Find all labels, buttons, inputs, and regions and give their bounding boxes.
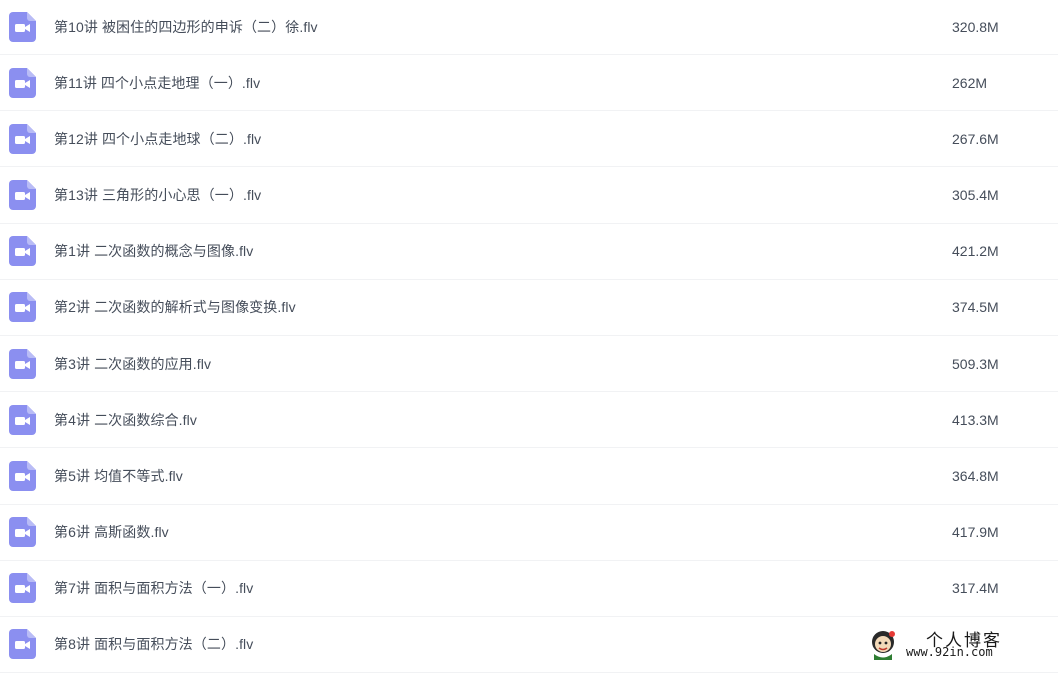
file-size: 509.3M [952, 355, 999, 372]
video-file-icon [9, 12, 36, 42]
file-size: 417.9M [952, 524, 999, 541]
file-size: 374.5M [952, 299, 999, 316]
file-name[interactable]: 第8讲 面积与面积方法（二）.flv [54, 634, 253, 654]
video-file-icon [9, 460, 36, 491]
file-name[interactable]: 第12讲 四个小点走地球（二）.flv [54, 129, 261, 149]
file-name[interactable]: 第5讲 均值不等式.flv [54, 466, 183, 486]
file-list: 第10讲 被困住的四边形的申诉（二）徐.flv 320.8M 第11讲 四个小点… [0, 0, 1058, 673]
file-name[interactable]: 第2讲 二次函数的解析式与图像变换.flv [54, 297, 296, 317]
file-row[interactable]: 第2讲 二次函数的解析式与图像变换.flv 374.5M [0, 280, 1058, 336]
video-file-icon [9, 179, 36, 210]
file-row[interactable]: 第12讲 四个小点走地球（二）.flv 267.6M [0, 111, 1058, 168]
video-file-icon [9, 348, 36, 379]
file-name[interactable]: 第4讲 二次函数综合.flv [54, 410, 197, 430]
file-name[interactable]: 第11讲 四个小点走地理（一）.flv [54, 73, 260, 93]
video-file-icon [9, 67, 36, 98]
file-size: 305.4M [952, 186, 999, 203]
file-row[interactable]: 第1讲 二次函数的概念与图像.flv 421.2M [0, 224, 1058, 280]
file-name[interactable]: 第7讲 面积与面积方法（一）.flv [54, 578, 253, 598]
file-size: 267.6M [952, 130, 999, 147]
file-name[interactable]: 第3讲 二次函数的应用.flv [54, 354, 211, 374]
file-size: 317.4M [952, 580, 999, 597]
video-file-icon [9, 629, 36, 660]
file-row[interactable]: 第3讲 二次函数的应用.flv 509.3M [0, 336, 1058, 393]
video-file-icon [9, 123, 36, 154]
file-row[interactable]: 第7讲 面积与面积方法（一）.flv 317.4M [0, 561, 1058, 617]
file-name[interactable]: 第1讲 二次函数的概念与图像.flv [54, 241, 253, 261]
file-row[interactable]: 第13讲 三角形的小心思（一）.flv 305.4M [0, 167, 1058, 224]
file-size: 262M [952, 74, 988, 91]
file-row[interactable]: 第10讲 被困住的四边形的申诉（二）徐.flv 320.8M [0, 0, 1058, 55]
file-size: 413.3M [952, 411, 999, 428]
file-size: 364.8M [952, 467, 999, 484]
video-file-icon [9, 292, 36, 323]
file-name[interactable]: 第10讲 被困住的四边形的申诉（二）徐.flv [54, 17, 318, 37]
file-name[interactable]: 第6讲 高斯函数.flv [54, 522, 169, 542]
file-row[interactable]: 第5讲 均值不等式.flv 364.8M [0, 448, 1058, 505]
video-file-icon [9, 573, 36, 604]
video-file-icon [9, 236, 36, 267]
file-row[interactable]: 第11讲 四个小点走地理（一）.flv 262M [0, 55, 1058, 112]
file-row[interactable]: 第4讲 二次函数综合.flv 413.3M [0, 392, 1058, 449]
video-file-icon [9, 404, 36, 435]
file-size: 320.8M [952, 19, 999, 35]
video-file-icon [9, 517, 36, 548]
file-size: 421.2M [952, 243, 999, 260]
file-row[interactable]: 第6讲 高斯函数.flv 417.9M [0, 505, 1058, 561]
file-name[interactable]: 第13讲 三角形的小心思（一）.flv [54, 185, 261, 205]
file-row[interactable]: 第8讲 面积与面积方法（二）.flv [0, 617, 1058, 673]
